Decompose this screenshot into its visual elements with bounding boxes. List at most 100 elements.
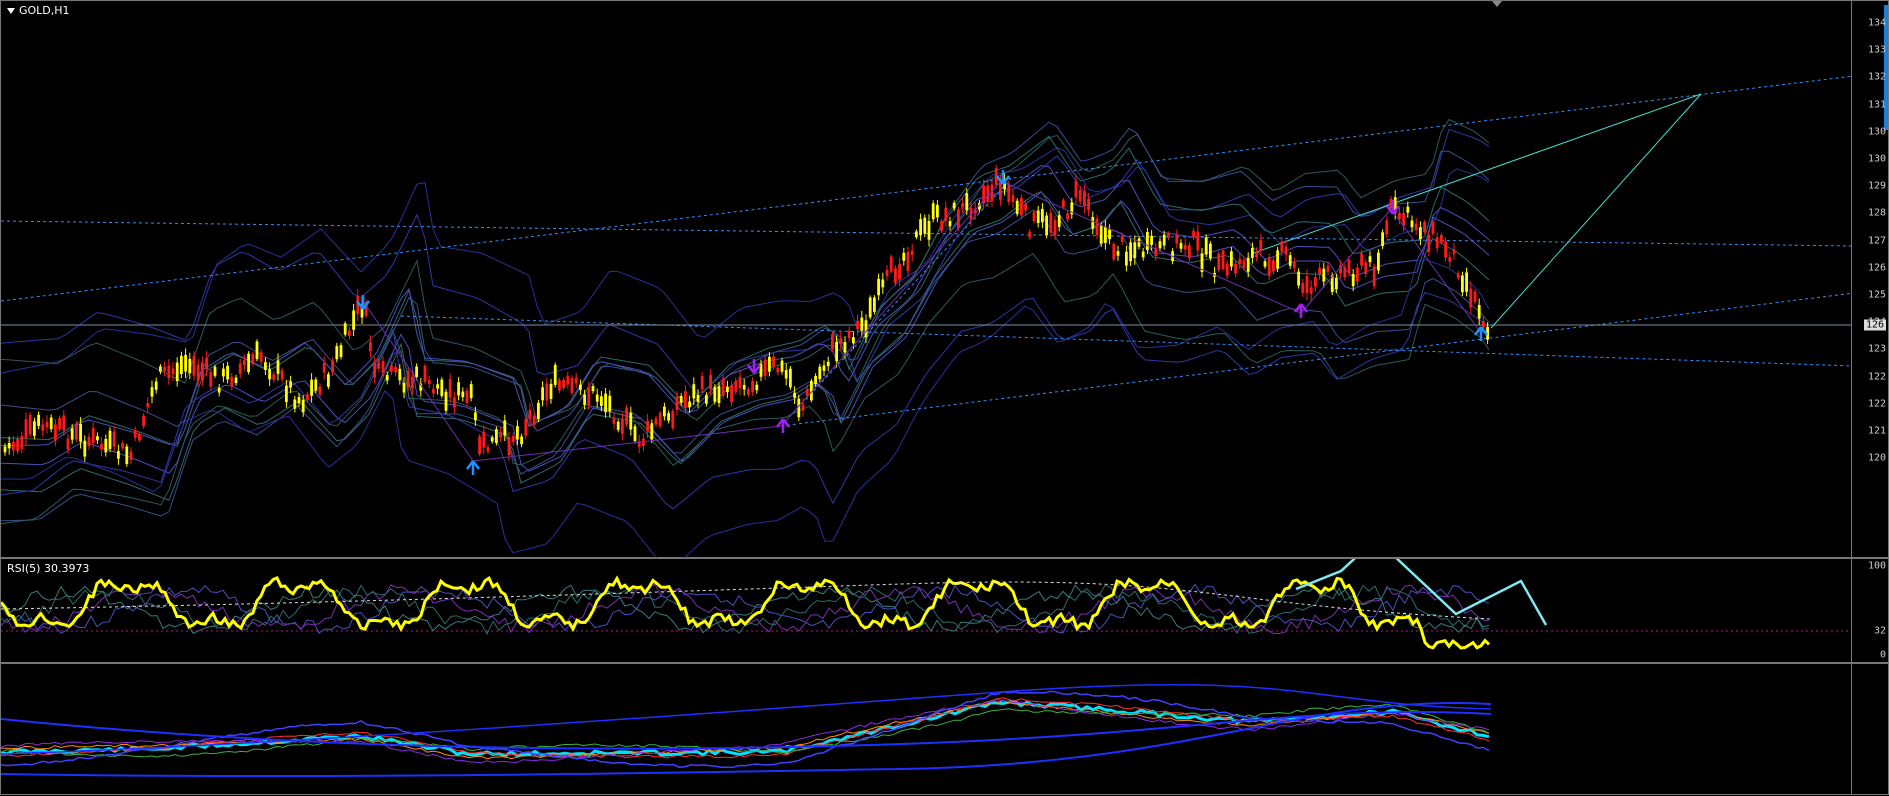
candle-body (923, 217, 927, 234)
candle-body (1448, 257, 1452, 262)
candle-body (1062, 200, 1065, 208)
candle-body (541, 387, 544, 401)
candle-body (348, 330, 351, 337)
candle-body (1293, 262, 1296, 268)
price-tick: 127 (1867, 235, 1886, 247)
candle-body (537, 402, 540, 420)
candle-body (62, 415, 66, 431)
candle-body (952, 202, 956, 209)
candle-body (1234, 264, 1237, 274)
candle-body (37, 414, 40, 426)
candle-body (1267, 257, 1271, 277)
main-chart-panel[interactable]: GOLD,H1 134 133 132 131 130 130 129 128 127 126 12… (0, 0, 1889, 559)
candle-body (1398, 212, 1401, 220)
candle-body (532, 415, 536, 425)
candle-body (1469, 288, 1473, 308)
candle-body (1360, 253, 1363, 266)
candle-body (1435, 236, 1439, 249)
candle-body (553, 365, 557, 385)
projection-line (1250, 93, 1702, 255)
candle-body (1104, 226, 1107, 243)
oscillator-canvas[interactable] (1, 664, 1854, 796)
candle-body (768, 356, 771, 372)
candle-body (461, 391, 465, 398)
candle-body (406, 370, 410, 388)
candle-body (1183, 244, 1187, 250)
candle-body (377, 362, 381, 369)
candle-body (1368, 256, 1372, 263)
candle-body (684, 391, 687, 408)
rsi-canvas[interactable] (1, 559, 1854, 664)
candle-body (70, 428, 74, 440)
candle-body (272, 374, 276, 380)
price-tick: 130 (1867, 153, 1886, 165)
candle-body (1188, 245, 1191, 259)
candle-body (944, 207, 948, 221)
rsi-panel[interactable]: RSI(5) 30.3973 100 32 0 (0, 558, 1889, 663)
oscillator-panel[interactable] (0, 663, 1889, 795)
candle-body (1125, 251, 1128, 266)
price-tick: 126 (1867, 262, 1886, 274)
candle-body (154, 381, 158, 390)
candle-body (1305, 275, 1309, 293)
candle-body (33, 421, 36, 436)
candle-body (108, 430, 112, 449)
candle-body (1477, 305, 1481, 319)
candle-body (398, 368, 402, 381)
candle-body (1141, 251, 1145, 258)
rsi-tick-32: 32 (1873, 625, 1886, 637)
candle-body (457, 382, 460, 396)
candle-body (1406, 206, 1410, 213)
price-tick: 122 (1867, 371, 1886, 383)
candle-body (734, 380, 738, 392)
candle-body (1322, 268, 1326, 282)
candle-body (1242, 260, 1246, 269)
candle-body (440, 379, 444, 396)
candle-body (255, 341, 259, 360)
candle-body (1259, 239, 1263, 251)
price-chart-canvas[interactable] (1, 1, 1854, 559)
candle-body (247, 353, 250, 372)
candle-body (1120, 236, 1124, 242)
candle-body (625, 407, 628, 425)
candle-body (1066, 213, 1069, 219)
candle-body (1095, 218, 1099, 235)
candle-body (1276, 250, 1279, 269)
candle-body (1150, 235, 1153, 245)
candle-body (927, 221, 931, 240)
price-axis: 1341331321311301301291281271261251241231… (1851, 1, 1888, 557)
candle-body (100, 444, 103, 450)
candle-body (1179, 242, 1183, 249)
candle-body (49, 417, 53, 429)
candle-body (948, 221, 952, 227)
candle-body (310, 379, 313, 396)
candle-body (1116, 251, 1120, 256)
candle-body (448, 379, 452, 398)
candle-body (75, 423, 78, 440)
candle-body (1381, 232, 1384, 246)
candle-body (259, 352, 263, 362)
candle-body (772, 356, 775, 367)
oscillator-envelope-upper (1, 711, 1492, 750)
candle-body (784, 370, 788, 379)
candle-body (1020, 197, 1023, 216)
candle-body (713, 386, 717, 402)
candle-body (499, 432, 502, 438)
candle-body (117, 451, 120, 459)
candle-body (822, 365, 826, 371)
oscillator-line (1, 703, 1490, 758)
candle-body (1162, 234, 1166, 246)
candle-body (885, 269, 889, 277)
candle-body (1083, 191, 1086, 207)
candle-body (129, 451, 133, 461)
candle-body (1011, 195, 1015, 202)
candle-body (574, 377, 578, 384)
candle-body (1015, 200, 1019, 215)
candle-body (20, 435, 24, 449)
candle-body (1196, 231, 1200, 251)
price-tick: 121 (1867, 425, 1886, 437)
candle-body (516, 426, 519, 440)
candle-body (1053, 220, 1057, 236)
candle-body (184, 354, 187, 372)
candle-body (1255, 251, 1258, 258)
